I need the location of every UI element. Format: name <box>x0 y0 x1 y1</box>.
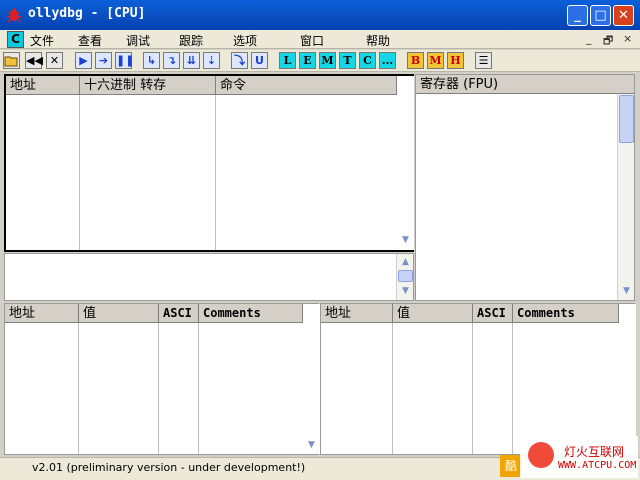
info-scrollbar[interactable]: ▲ ▼ <box>396 254 413 300</box>
watermark-logo-icon <box>528 442 554 468</box>
stack-header-address[interactable]: 地址 <box>321 304 393 323</box>
stack-header-ascii[interactable]: ASCI <box>473 304 513 323</box>
step-into-icon[interactable]: ↳ <box>143 52 160 69</box>
cpu-window-button[interactable]: C <box>359 52 376 69</box>
watermark: 灯火互联网 WWW.ATCPU.COM <box>520 436 638 478</box>
open-folder-icon[interactable] <box>3 52 20 69</box>
toolbar: ◀◀ ✕ ▶ ➔ ❚❚ ↳ ↴ ⇊ ⇣ ⤵ U L E M T C ... B … <box>0 50 640 72</box>
log-window-button[interactable]: L <box>279 52 296 69</box>
registers-header[interactable]: 寄存器 (FPU) <box>416 75 634 94</box>
bug-icon <box>7 8 21 23</box>
disasm-col-hex <box>80 95 216 250</box>
status-text: v2.01 (preliminary version - under devel… <box>32 461 306 474</box>
stack-header-value[interactable]: 值 <box>393 304 473 323</box>
breakpoints-window-button[interactable]: B <box>407 52 424 69</box>
close-program-icon[interactable]: ✕ <box>46 52 63 69</box>
dump-pane[interactable]: 地址 值 ASCI Comments ▼ <box>4 303 320 455</box>
menu-window[interactable]: 窗口 <box>300 32 324 49</box>
menu-view[interactable]: 查看 <box>78 32 102 49</box>
ollydbg-window: ollydbg - [CPU] _ □ ✕ C 文件 查看 调试 跟踪 选项 窗… <box>0 0 640 480</box>
stack-col-value <box>393 323 473 454</box>
animate-over-icon[interactable]: ⇣ <box>203 52 220 69</box>
stack-scrollbar[interactable] <box>619 304 636 454</box>
execute-till-return-icon[interactable]: ⤵ <box>231 52 248 69</box>
scroll-up-arrow-icon[interactable]: ▲ <box>398 255 413 270</box>
dump-scrollbar[interactable]: ▼ <box>303 304 320 454</box>
scroll-down-arrow-icon[interactable]: ▼ <box>398 233 413 248</box>
modules-window-button[interactable]: E <box>299 52 316 69</box>
menu-help[interactable]: 帮助 <box>366 32 390 49</box>
cpu-window-icon[interactable]: C <box>7 31 24 48</box>
restart-icon[interactable]: ◀◀ <box>25 52 43 69</box>
maximize-button[interactable]: □ <box>590 5 611 26</box>
dump-col-value <box>79 323 159 454</box>
dump-header-address[interactable]: 地址 <box>5 304 79 323</box>
stack-col-address <box>321 323 393 454</box>
info-pane: ▲ ▼ <box>4 253 414 301</box>
info-scroll-thumb[interactable] <box>398 270 413 282</box>
disasm-header-hex-dump[interactable]: 十六进制 转存 <box>80 76 216 95</box>
mdi-close-button[interactable]: × <box>623 32 632 45</box>
window-title: ollydbg - [CPU] <box>28 6 146 21</box>
hardware-breakpoints-button[interactable]: H <box>447 52 464 69</box>
scroll-down-arrow-icon[interactable]: ▼ <box>304 438 319 453</box>
stack-pane[interactable]: 地址 值 ASCI Comments <box>320 303 636 455</box>
menu-debug[interactable]: 调试 <box>126 32 150 49</box>
threads-window-button[interactable]: T <box>339 52 356 69</box>
menu-options[interactable]: 选项 <box>233 32 257 49</box>
menu-file[interactable]: 文件 <box>30 32 54 49</box>
animate-into-icon[interactable]: ⇊ <box>183 52 200 69</box>
title-bar[interactable]: ollydbg - [CPU] _ □ ✕ <box>0 0 640 30</box>
memory-window-button[interactable]: M <box>319 52 336 69</box>
stack-header-comments[interactable]: Comments <box>513 304 619 323</box>
disasm-header-command[interactable]: 命令 <box>216 76 397 95</box>
dump-header-ascii[interactable]: ASCI <box>159 304 199 323</box>
scroll-down-arrow-icon[interactable]: ▼ <box>398 284 413 299</box>
run-thread-icon[interactable]: ➔ <box>95 52 112 69</box>
more-windows-button[interactable]: ... <box>379 52 396 69</box>
minimize-button[interactable]: _ <box>567 5 588 26</box>
menu-trace[interactable]: 跟踪 <box>179 32 203 49</box>
disasm-header-address[interactable]: 地址 <box>6 76 80 95</box>
menu-bar: C 文件 查看 调试 跟踪 选项 窗口 帮助 _ 🗗 × <box>0 30 640 49</box>
watermark-line1: 灯火互联网 <box>564 445 625 459</box>
registers-pane[interactable]: 寄存器 (FPU) ▼ <box>415 74 635 301</box>
pause-icon[interactable]: ❚❚ <box>115 52 134 69</box>
watermark-line2: WWW.ATCPU.COM <box>558 460 637 471</box>
watermark-tag: 酷 <box>500 455 522 477</box>
dump-header-comments[interactable]: Comments <box>199 304 303 323</box>
disassembly-pane[interactable]: 地址 十六进制 转存 命令 ▼ <box>4 74 414 252</box>
dump-col-address <box>5 323 79 454</box>
disasm-scrollbar[interactable]: ▼ <box>397 76 414 250</box>
scroll-down-arrow-icon[interactable]: ▼ <box>619 284 634 299</box>
mdi-restore-button[interactable]: 🗗 <box>603 32 613 51</box>
registers-scroll-thumb[interactable] <box>619 95 634 143</box>
execute-till-user-code-icon[interactable]: U <box>251 52 268 69</box>
disasm-col-address <box>6 95 80 250</box>
run-icon[interactable]: ▶ <box>75 52 92 69</box>
dump-col-ascii <box>159 323 199 454</box>
step-over-icon[interactable]: ↴ <box>163 52 180 69</box>
list-icon[interactable]: ☰ <box>475 52 492 69</box>
memory-breakpoints-button[interactable]: M <box>427 52 444 69</box>
stack-col-ascii <box>473 323 513 454</box>
dump-header-value[interactable]: 值 <box>79 304 159 323</box>
mdi-minimize-button[interactable]: _ <box>586 32 592 45</box>
close-button[interactable]: ✕ <box>613 5 634 26</box>
registers-scrollbar[interactable]: ▼ <box>617 94 634 300</box>
